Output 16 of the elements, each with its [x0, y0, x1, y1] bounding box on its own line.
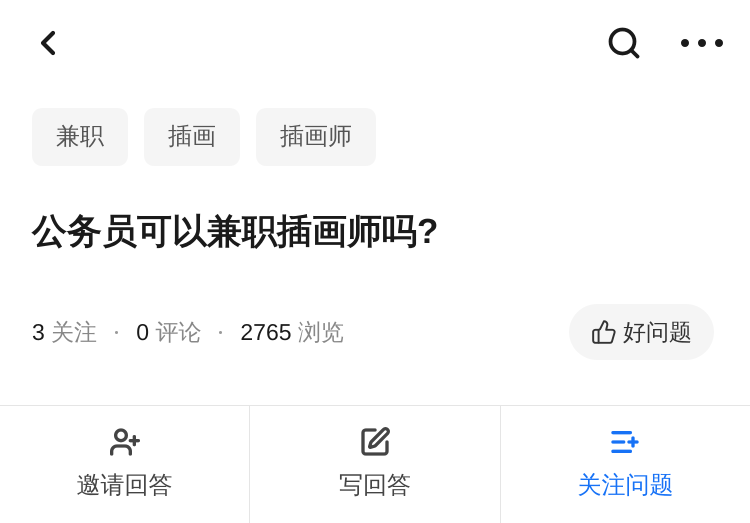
stat-text: 3 关注	[32, 318, 98, 347]
action-button[interactable]: 关注问题	[500, 406, 750, 523]
add-user-icon	[108, 426, 141, 458]
topic-tag[interactable]: 兼职	[32, 108, 128, 166]
topic-tag[interactable]: 插画师	[256, 108, 376, 166]
action-button[interactable]: 邀请回答	[0, 406, 250, 523]
action-button[interactable]: 写回答	[249, 406, 500, 523]
more-icon	[681, 39, 723, 47]
stat-text: 2765 浏览	[240, 318, 344, 347]
good-question-button[interactable]: 好问题	[569, 304, 714, 360]
thumbs-up-icon	[591, 319, 617, 345]
topic-tag[interactable]: 插画	[144, 108, 240, 166]
stat-text: 0 评论	[136, 318, 202, 347]
question-title: 公务员可以兼职插画师吗?	[32, 211, 440, 253]
search-icon	[606, 25, 642, 61]
edit-icon	[358, 426, 391, 458]
